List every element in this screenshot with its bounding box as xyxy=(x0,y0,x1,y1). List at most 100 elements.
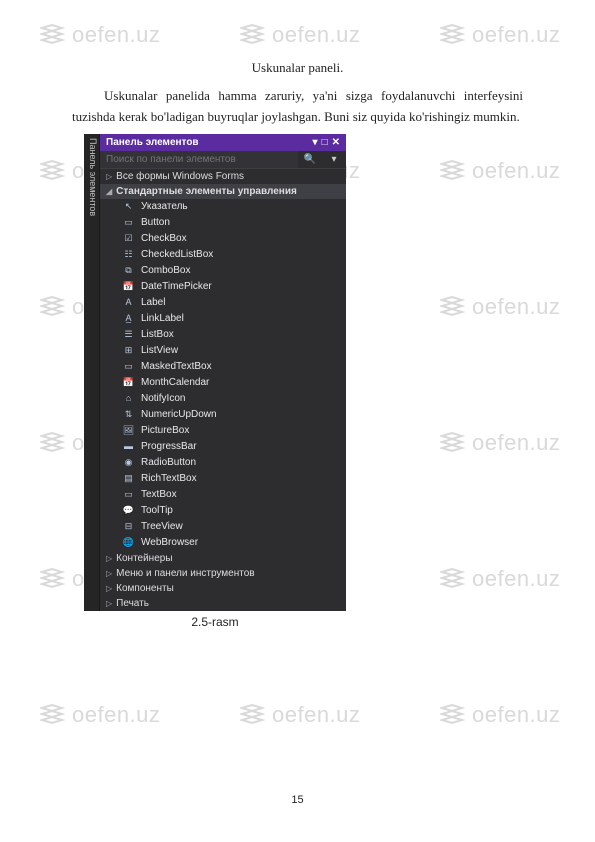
toolbox-item-label: MaskedTextBox xyxy=(141,360,212,373)
toolbox-item[interactable]: ▤ RichTextBox xyxy=(100,471,346,487)
toolbox-item[interactable]: 💬 ToolTip xyxy=(100,503,346,519)
toolbox-item-label: ListView xyxy=(141,344,178,357)
search-row: 🔍 ▾ xyxy=(100,151,346,169)
toolbox-item[interactable]: 🖼 PictureBox xyxy=(100,423,346,439)
control-icon: ▭ xyxy=(122,361,135,373)
toolbox-item-label: Указатель xyxy=(141,200,188,213)
group-standard-controls[interactable]: ◢ Стандартные элементы управления xyxy=(100,184,346,199)
figure-caption: 2.5-rasm xyxy=(72,615,358,629)
section-title: Uskunalar paneli. xyxy=(72,60,523,76)
toolbox-item[interactable]: ⊞ ListView xyxy=(100,343,346,359)
group-collapsed[interactable]: ▷ Контейнеры xyxy=(100,551,346,566)
control-icon: A xyxy=(122,297,135,309)
toolbox-panel: Панель элементов ▾ □ ✕ 🔍 ▾ ▷ Все формы W… xyxy=(100,134,346,611)
toolbox-item-label: NotifyIcon xyxy=(141,392,185,405)
control-icon: ◉ xyxy=(122,457,135,469)
toolbox-item[interactable]: ◉ RadioButton xyxy=(100,455,346,471)
group-label: Печать xyxy=(116,598,149,609)
toolbox-item[interactable]: A̲ LinkLabel xyxy=(100,311,346,327)
document-content: Uskunalar paneli. Uskunalar panelida ham… xyxy=(0,0,595,669)
control-icon: 📅 xyxy=(122,281,135,293)
chevron-right-icon: ▷ xyxy=(106,599,112,608)
group-label: Контейнеры xyxy=(116,553,172,564)
toolbox-item[interactable]: 📅 DateTimePicker xyxy=(100,279,346,295)
toolbox-item-label: ProgressBar xyxy=(141,440,197,453)
group-collapsed[interactable]: ▷ Меню и панели инструментов xyxy=(100,566,346,581)
control-icon: 🖼 xyxy=(122,425,135,437)
toolbox-item[interactable]: 📅 MonthCalendar xyxy=(100,375,346,391)
control-icon: ⊟ xyxy=(122,521,135,533)
toolbox-item[interactable]: ↖ Указатель xyxy=(100,199,346,215)
toolbox-item-label: TreeView xyxy=(141,520,183,533)
toolbox-item-label: LinkLabel xyxy=(141,312,184,325)
pin-icon[interactable]: □ xyxy=(322,137,328,148)
control-icon: 🌐 xyxy=(122,537,135,549)
control-icon: ☑ xyxy=(122,233,135,245)
toolbox-item-label: CheckedListBox xyxy=(141,248,213,261)
group-label: Все формы Windows Forms xyxy=(116,171,244,182)
toolbox-item-label: RadioButton xyxy=(141,456,196,469)
group-collapsed[interactable]: ▷ Компоненты xyxy=(100,581,346,596)
control-icon: A̲ xyxy=(122,313,135,325)
toolbox-item-label: RichTextBox xyxy=(141,472,197,485)
toolbox-item-label: TextBox xyxy=(141,488,177,501)
trailing-groups: ▷ Контейнеры ▷ Меню и панели инструментов ▷ К… xyxy=(100,551,346,611)
toolbox-item-label: ListBox xyxy=(141,328,174,341)
chevron-right-icon: ▷ xyxy=(106,584,112,593)
page-number: 15 xyxy=(0,794,595,806)
toolbox-item-label: WebBrowser xyxy=(141,536,198,549)
control-icon: ⧉ xyxy=(122,265,135,277)
group-label: Компоненты xyxy=(116,583,174,594)
search-dropdown-icon[interactable]: ▾ xyxy=(322,154,346,165)
toolbox-item-label: CheckBox xyxy=(141,232,187,245)
toolbox-item[interactable]: ⌂ NotifyIcon xyxy=(100,391,346,407)
panel-title: Панель элементов xyxy=(106,137,199,148)
toolbox-item-label: Button xyxy=(141,216,170,229)
group-label: Меню и панели инструментов xyxy=(116,568,254,579)
control-icon: ⌂ xyxy=(122,393,135,405)
toolbox-item-label: PictureBox xyxy=(141,424,189,437)
panel-header: Панель элементов ▾ □ ✕ xyxy=(100,134,346,151)
toolbox-item-label: MonthCalendar xyxy=(141,376,209,389)
items-list: ↖ Указатель ▭ Button ☑ CheckBox ☷CheckedListBo… xyxy=(100,199,346,551)
group-all-winforms[interactable]: ▷ Все формы Windows Forms xyxy=(100,169,346,184)
toolbox-item[interactable]: ▭ Button xyxy=(100,215,346,231)
toolbox-item[interactable]: ▬ ProgressBar xyxy=(100,439,346,455)
toolbox-item[interactable]: ⧉ ComboBox xyxy=(100,263,346,279)
toolbox-item[interactable]: ▭ MaskedTextBox xyxy=(100,359,346,375)
body-paragraph: Uskunalar panelida hamma zaruriy, ya'ni … xyxy=(72,86,523,128)
chevron-right-icon: ▷ xyxy=(106,569,112,578)
control-icon: ▤ xyxy=(122,473,135,485)
toolbox-item[interactable]: ☷CheckedListBox xyxy=(100,247,346,263)
control-icon: ↖ xyxy=(122,201,135,213)
toolbox-item[interactable]: 🌐 WebBrowser xyxy=(100,535,346,551)
toolbox-item-label: ComboBox xyxy=(141,264,190,277)
control-icon: ☰ xyxy=(122,329,135,341)
group-label: Стандартные элементы управления xyxy=(116,186,297,197)
control-icon: ▬ xyxy=(122,441,135,453)
toolbox-item[interactable]: ☰ ListBox xyxy=(100,327,346,343)
control-icon: 💬 xyxy=(122,505,135,517)
chevron-right-icon: ▷ xyxy=(106,172,112,181)
close-icon[interactable]: ✕ xyxy=(332,137,340,148)
toolbox-item[interactable]: A Label xyxy=(100,295,346,311)
group-collapsed[interactable]: ▷ Печать xyxy=(100,596,346,611)
toolbox-item-label: Label xyxy=(141,296,165,309)
control-icon: ▭ xyxy=(122,489,135,501)
search-icon[interactable]: 🔍 xyxy=(298,154,322,165)
control-icon: ⇅ xyxy=(122,409,135,421)
toolbox-item-label: ToolTip xyxy=(141,504,173,517)
toolbox-item[interactable]: ⇅ NumericUpDown xyxy=(100,407,346,423)
control-icon: 📅 xyxy=(122,377,135,389)
search-input[interactable] xyxy=(100,151,298,168)
toolbox-item-label: NumericUpDown xyxy=(141,408,217,421)
control-icon: ▭ xyxy=(122,217,135,229)
side-tab[interactable]: Панель элементов xyxy=(84,134,100,611)
toolbox-item[interactable]: ☑ CheckBox xyxy=(100,231,346,247)
toolbox-item-label: DateTimePicker xyxy=(141,280,212,293)
chevron-right-icon: ▷ xyxy=(106,554,112,563)
dropdown-icon[interactable]: ▾ xyxy=(313,137,318,148)
toolbox-item[interactable]: ▭ TextBox xyxy=(100,487,346,503)
control-icon: ⊞ xyxy=(122,345,135,357)
toolbox-item[interactable]: ⊟ TreeView xyxy=(100,519,346,535)
